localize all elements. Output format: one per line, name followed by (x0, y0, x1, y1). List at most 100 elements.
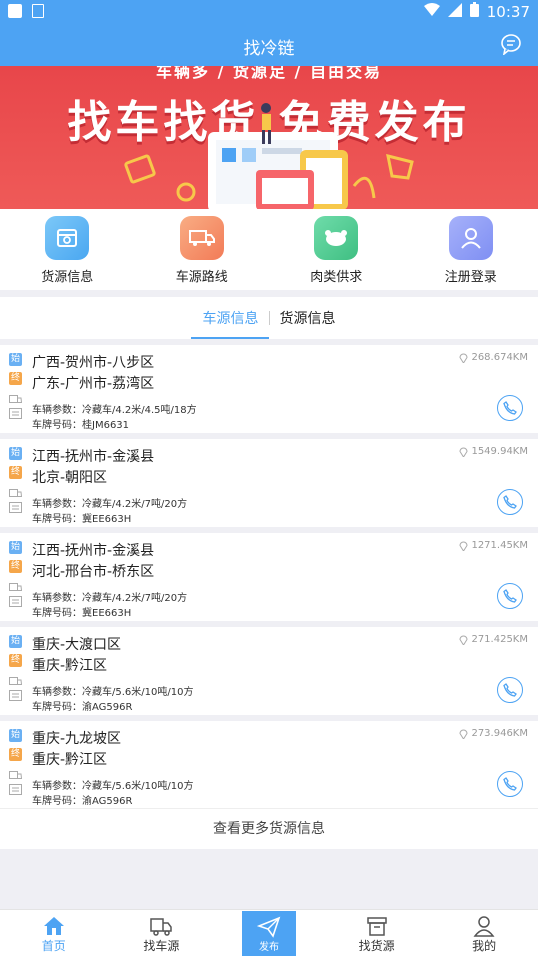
listing-card[interactable]: 始 重庆-九龙坡区 273.946KM 终 重庆-黔江区 车辆参数：冷藏车/5.… (0, 721, 538, 809)
plate-icon (9, 784, 22, 795)
plate-number: 车牌号码：桂JM6631 (32, 416, 129, 431)
vehicle-params: 车辆参数：冷藏车/4.2米/7吨/20方 (32, 495, 187, 510)
plate-number: 车牌号码：渝AG596R (32, 792, 132, 807)
plate-number: 车牌号码：冀EE663H (32, 604, 131, 619)
route-from: 江西-抚州市-金溪县 (32, 540, 154, 560)
nav-label: 首页 (42, 937, 66, 954)
user-icon (473, 915, 495, 937)
location-icon (459, 446, 468, 457)
truck-small-icon (9, 583, 22, 594)
nav-find-trucks[interactable]: 找车源 (108, 910, 216, 957)
plate-number: 车牌号码：渝AG596R (32, 698, 132, 713)
plate-icon (9, 408, 22, 419)
page-title: 找冷链 (0, 34, 538, 59)
notification-icon (8, 4, 22, 18)
distance-value: 1271.45KM (471, 540, 528, 551)
plate-icon (9, 690, 22, 701)
call-button[interactable] (497, 583, 523, 609)
status-bar: 10:37 (0, 0, 538, 24)
nav-find-cargo[interactable]: 找货源 (323, 910, 431, 957)
box-icon (366, 915, 388, 937)
publish-label: 发布 (259, 938, 279, 953)
truck-small-icon (9, 677, 22, 688)
start-badge: 始 (9, 447, 22, 460)
clock: 10:37 (487, 3, 530, 21)
shortcut-login[interactable]: 注册登录 (404, 209, 538, 290)
truck-small-icon (9, 771, 22, 782)
end-badge: 终 (9, 654, 22, 667)
start-badge: 始 (9, 635, 22, 648)
shortcut-grid: 货源信息 车源路线 肉类供求 注册登录 (0, 209, 538, 290)
call-button[interactable] (497, 395, 523, 421)
nav-mine[interactable]: 我的 (430, 910, 538, 957)
route-to: 重庆-黔江区 (32, 749, 107, 769)
start-badge: 始 (9, 353, 22, 366)
distance: 1271.45KM (459, 540, 528, 551)
phone-icon (503, 401, 517, 415)
distance: 1549.94KM (459, 446, 528, 457)
battery-icon (470, 2, 479, 21)
plate-icon (9, 596, 22, 607)
phone-icon (503, 683, 517, 697)
start-badge: 始 (9, 729, 22, 742)
phone-icon (503, 777, 517, 791)
distance-value: 268.674KM (471, 352, 528, 363)
route-from: 重庆-九龙坡区 (32, 728, 121, 748)
promo-banner[interactable]: 车辆多 / 货源足 / 自由交易 找车找货 免费发布 (0, 66, 538, 209)
route-to: 河北-邢台市-桥东区 (32, 561, 154, 581)
tab-cargo-info[interactable]: 货源信息 (270, 308, 346, 328)
tab-bar: 车源信息 货源信息 (0, 297, 538, 339)
tab-truck-info[interactable]: 车源信息 (193, 308, 269, 328)
call-button[interactable] (497, 677, 523, 703)
shortcut-label: 车源路线 (176, 266, 228, 285)
nav-label: 找车源 (143, 937, 179, 954)
end-badge: 终 (9, 748, 22, 761)
truck-icon (149, 915, 173, 937)
truck-icon (180, 216, 224, 260)
phone-icon (503, 589, 517, 603)
route-to: 重庆-黔江区 (32, 655, 107, 675)
listing-card[interactable]: 始 广西-贺州市-八步区 268.674KM 终 广东-广州市-荔湾区 车辆参数… (0, 345, 538, 433)
nav-home[interactable]: 首页 (0, 910, 108, 957)
listing-card[interactable]: 始 江西-抚州市-金溪县 1549.94KM 终 北京-朝阳区 车辆参数：冷藏车… (0, 439, 538, 527)
distance-value: 1549.94KM (471, 446, 528, 457)
shortcut-meat-supply[interactable]: 肉类供求 (269, 209, 404, 290)
sim-icon (32, 4, 44, 18)
shortcut-truck-routes[interactable]: 车源路线 (135, 209, 270, 290)
location-icon (459, 728, 468, 739)
location-icon (459, 540, 468, 551)
listing-card[interactable]: 始 重庆-大渡口区 271.425KM 终 重庆-黔江区 车辆参数：冷藏车/5.… (0, 627, 538, 715)
truck-small-icon (9, 489, 22, 500)
cargo-search-icon (45, 216, 89, 260)
send-icon (257, 916, 281, 938)
distance-value: 273.946KM (471, 728, 528, 739)
distance: 268.674KM (459, 352, 528, 363)
route-from: 江西-抚州市-金溪县 (32, 446, 154, 466)
wifi-icon (424, 3, 440, 21)
phone-icon (503, 495, 517, 509)
route-to: 广东-广州市-荔湾区 (32, 373, 154, 393)
listing-card[interactable]: 始 江西-抚州市-金溪县 1271.45KM 终 河北-邢台市-桥东区 车辆参数… (0, 533, 538, 621)
shortcut-label: 注册登录 (445, 266, 497, 285)
message-icon[interactable] (500, 33, 522, 59)
publish-button[interactable]: 发布 (242, 911, 296, 956)
view-more-link[interactable]: 查看更多货源信息 (0, 808, 538, 849)
end-badge: 终 (9, 466, 22, 479)
location-icon (459, 634, 468, 645)
distance: 271.425KM (459, 634, 528, 645)
distance-value: 271.425KM (471, 634, 528, 645)
call-button[interactable] (497, 489, 523, 515)
shortcut-cargo-info[interactable]: 货源信息 (0, 209, 135, 290)
call-button[interactable] (497, 771, 523, 797)
end-badge: 终 (9, 372, 22, 385)
route-to: 北京-朝阳区 (32, 467, 107, 487)
end-badge: 终 (9, 560, 22, 573)
start-badge: 始 (9, 541, 22, 554)
chicken-icon (314, 216, 358, 260)
vehicle-params: 车辆参数：冷藏车/4.2米/4.5吨/18方 (32, 401, 197, 416)
vehicle-params: 车辆参数：冷藏车/4.2米/7吨/20方 (32, 589, 187, 604)
nav-label: 找货源 (359, 937, 395, 954)
shortcut-label: 肉类供求 (310, 266, 362, 285)
route-from: 重庆-大渡口区 (32, 634, 121, 654)
vehicle-params: 车辆参数：冷藏车/5.6米/10吨/10方 (32, 683, 193, 698)
